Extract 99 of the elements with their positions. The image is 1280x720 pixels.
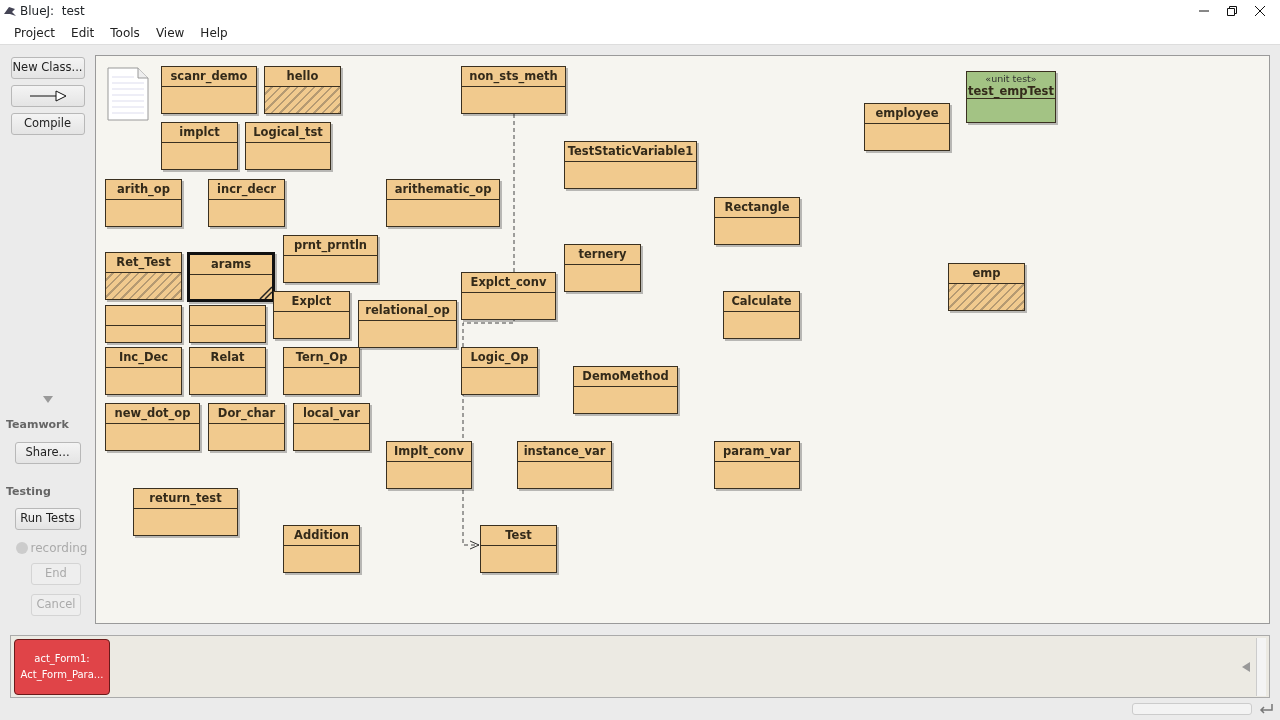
class-box[interactable]: arams bbox=[187, 252, 275, 302]
class-box[interactable]: hello bbox=[264, 66, 341, 114]
class-box[interactable]: Tern_Op bbox=[283, 347, 360, 395]
return-icon[interactable] bbox=[1258, 702, 1274, 715]
class-box[interactable]: non_sts_meth bbox=[461, 66, 566, 114]
class-name: arithematic_op bbox=[394, 182, 492, 196]
restore-icon[interactable] bbox=[1227, 6, 1237, 16]
menu-item[interactable]: Tools bbox=[102, 22, 148, 44]
class-name: incr_decr bbox=[217, 182, 276, 196]
class-box[interactable]: arithematic_op bbox=[386, 179, 500, 227]
class-box[interactable]: return_test bbox=[133, 488, 238, 536]
class-name: hello bbox=[286, 69, 319, 83]
class-box[interactable]: Rectangle bbox=[714, 197, 800, 245]
window-title: BlueJ: test bbox=[20, 3, 85, 20]
class-box[interactable]: local_var bbox=[293, 403, 370, 451]
class-name: Tern_Op bbox=[295, 350, 348, 364]
class-name: Logical_tst bbox=[253, 125, 323, 139]
arrow-icon bbox=[27, 89, 68, 102]
class-name: relational_op bbox=[365, 303, 450, 317]
class-box[interactable]: Inc_Dec bbox=[105, 347, 182, 395]
close-icon[interactable] bbox=[1255, 6, 1265, 16]
test-class-box[interactable]: «unit test» test_empTest bbox=[966, 71, 1056, 123]
section-label: Teamwork bbox=[5, 417, 69, 433]
class-box[interactable]: arith_op bbox=[105, 179, 182, 227]
class-box[interactable]: employee bbox=[864, 103, 950, 151]
section-label: Testing bbox=[5, 483, 51, 500]
class-box[interactable]: param_var bbox=[714, 441, 800, 489]
class-name: Ret_Test bbox=[116, 255, 171, 269]
panel-button[interactable]: Run Tests bbox=[14, 508, 81, 530]
class-name: instance_var bbox=[523, 444, 606, 458]
class-box[interactable]: emp bbox=[948, 263, 1025, 311]
collapse-icon[interactable] bbox=[42, 396, 53, 403]
class-name: Dor_char bbox=[217, 406, 276, 420]
class-name: Implt_conv bbox=[393, 444, 465, 458]
class-box[interactable]: Ret_Test bbox=[105, 252, 182, 300]
toolbar-button[interactable]: New Class... bbox=[10, 57, 85, 79]
disabled-button: Cancel bbox=[31, 594, 81, 616]
class-box[interactable]: Test bbox=[480, 525, 557, 573]
class-box[interactable]: implct bbox=[161, 122, 238, 170]
menu-item[interactable]: Project bbox=[6, 22, 64, 44]
class-name: Relat bbox=[210, 350, 245, 364]
class-box[interactable]: scanr_demo bbox=[161, 66, 257, 114]
panel-button[interactable]: Share... bbox=[14, 441, 81, 464]
class-name: TestStaticVariable1 bbox=[567, 144, 694, 158]
scrollbar[interactable] bbox=[1256, 637, 1266, 696]
class-name: new_dot_op bbox=[114, 406, 191, 420]
class-name: non_sts_meth bbox=[469, 69, 558, 83]
class-box[interactable]: Addition bbox=[283, 525, 360, 573]
class-box[interactable]: Calculate bbox=[723, 291, 800, 339]
class-box[interactable]: Logic_Op bbox=[461, 347, 538, 395]
class-name: Explct_conv bbox=[470, 275, 547, 289]
class-box[interactable]: DemoMethod bbox=[573, 366, 678, 414]
class-box[interactable]: Relat bbox=[189, 347, 266, 395]
class-box[interactable]: relational_op bbox=[358, 300, 457, 348]
app-icon bbox=[3, 5, 17, 17]
class-name: return_test bbox=[149, 491, 222, 505]
menu-item[interactable]: View bbox=[147, 22, 193, 44]
class-box[interactable]: TestStaticVariable1 bbox=[564, 141, 697, 189]
class-name: Logic_Op bbox=[470, 350, 529, 364]
menu-item[interactable]: Edit bbox=[63, 22, 103, 44]
class-box[interactable]: Explct bbox=[273, 291, 350, 339]
collapse-arrow-icon[interactable] bbox=[1242, 661, 1250, 672]
arrow-button[interactable] bbox=[10, 85, 85, 107]
class-box[interactable]: instance_var bbox=[517, 441, 612, 489]
resize-handle[interactable] bbox=[258, 285, 272, 299]
class-box[interactable]: ternery bbox=[564, 244, 641, 292]
class-box[interactable]: incr_decr bbox=[208, 179, 285, 227]
class-name: prnt_prntln bbox=[293, 238, 368, 252]
class-box[interactable]: Logical_tst bbox=[245, 122, 331, 170]
stereotype-label: «unit test» bbox=[984, 72, 1038, 85]
class-name: implct bbox=[179, 125, 220, 139]
class-name: arams bbox=[211, 257, 251, 271]
menu-item[interactable]: Help bbox=[192, 22, 236, 44]
class-name: Calculate bbox=[731, 294, 792, 308]
class-name: ternery bbox=[578, 247, 627, 261]
class-box[interactable]: Implt_conv bbox=[386, 441, 472, 489]
class-name: Inc_Dec bbox=[118, 350, 169, 364]
class-name: param_var bbox=[722, 444, 792, 458]
disabled-button: End bbox=[31, 563, 81, 585]
class-name: scanr_demo bbox=[170, 69, 248, 83]
class-name: Addition bbox=[294, 528, 349, 542]
object-instance[interactable]: act_Form1: Act_Form_Para... bbox=[14, 638, 110, 695]
class-name: test_empTest bbox=[968, 84, 1054, 98]
class-name: Rectangle bbox=[724, 200, 790, 214]
class-box[interactable]: new_dot_op bbox=[105, 403, 200, 451]
class-box[interactable] bbox=[189, 305, 266, 343]
class-box[interactable] bbox=[105, 305, 182, 343]
class-box[interactable]: Dor_char bbox=[208, 403, 285, 451]
class-box[interactable]: prnt_prntln bbox=[283, 235, 378, 283]
toolbar-button[interactable]: Compile bbox=[10, 113, 85, 135]
class-name: emp bbox=[972, 266, 1001, 280]
class-name: Explct bbox=[291, 294, 332, 308]
class-box[interactable]: Explct_conv bbox=[461, 272, 556, 320]
class-name: DemoMethod bbox=[582, 369, 669, 383]
recording-label: recording bbox=[30, 540, 88, 557]
class-name: Test bbox=[505, 528, 532, 542]
class-name: employee bbox=[875, 106, 939, 120]
class-name: arith_op bbox=[117, 182, 170, 196]
class-name: local_var bbox=[302, 406, 360, 420]
